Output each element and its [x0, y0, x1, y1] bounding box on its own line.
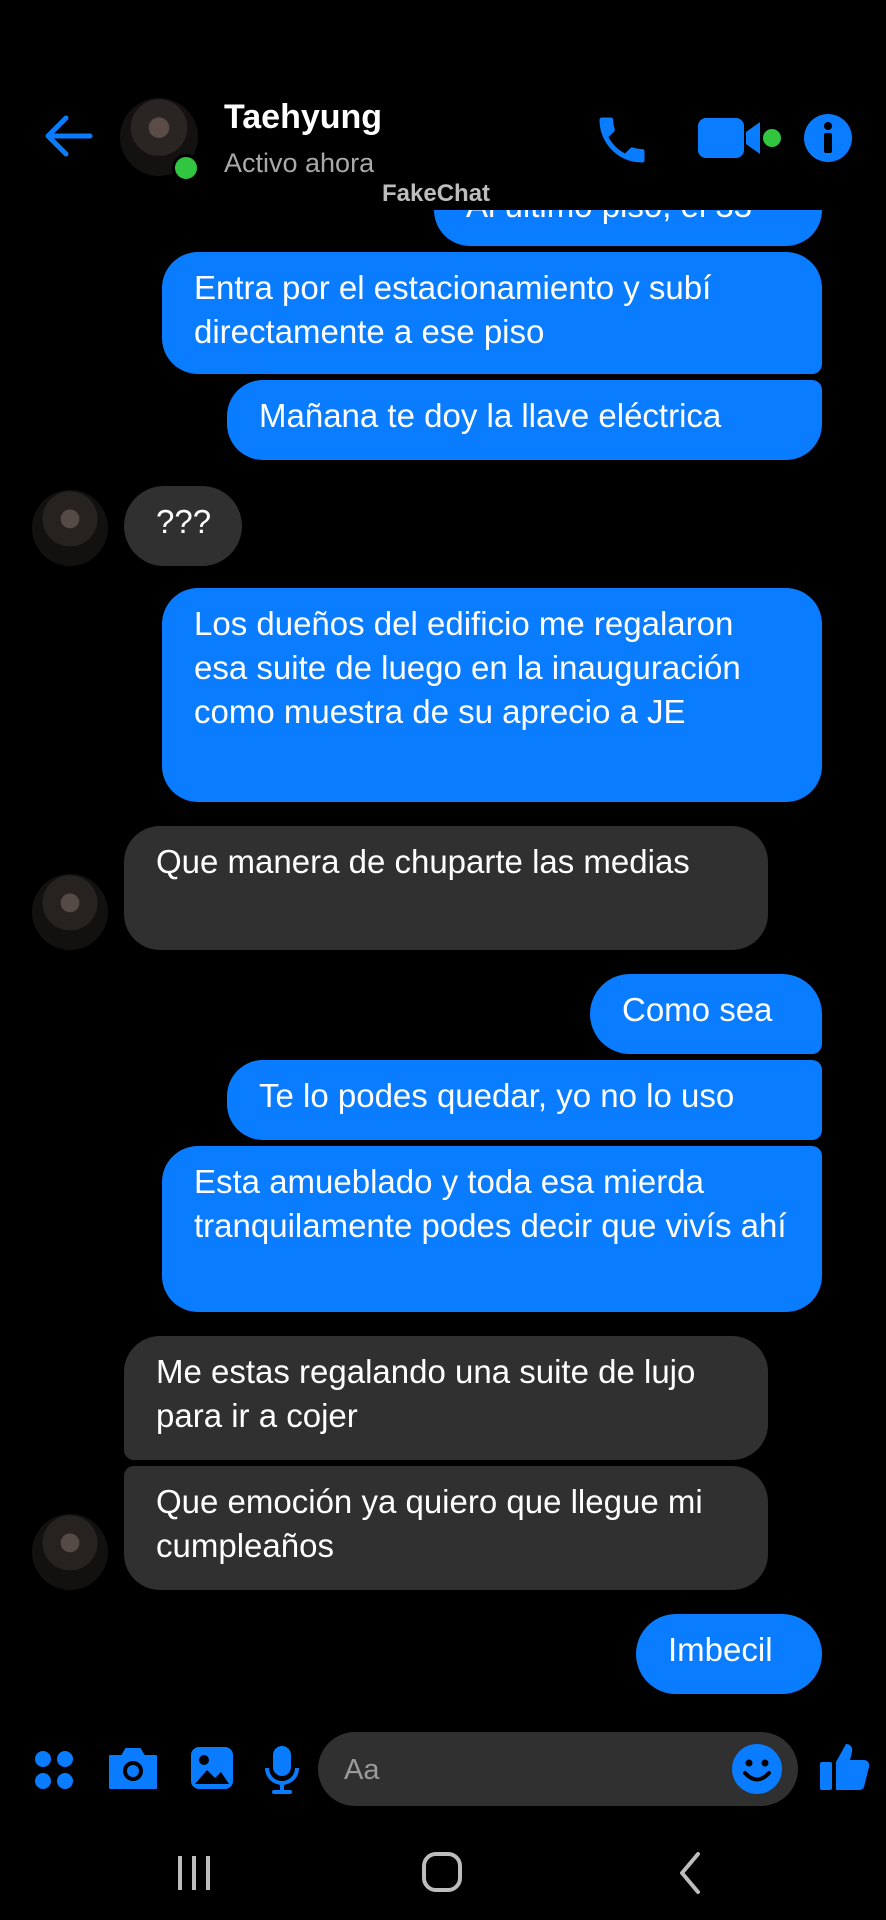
message-list[interactable]: Al último piso, el 33 Entra por el estac… [0, 0, 886, 1720]
video-camera-icon[interactable] [694, 112, 790, 164]
chat-header: Taehyung Activo ahora [0, 0, 886, 210]
image-icon[interactable] [188, 1744, 236, 1792]
message-bubble-outgoing[interactable]: Entra por el estacionamiento y subí dire… [162, 252, 822, 374]
contact-name[interactable]: Taehyung [224, 98, 382, 137]
contact-avatar [32, 490, 108, 566]
apps-icon[interactable] [32, 1748, 76, 1792]
watermark-label: FakeChat [382, 180, 491, 207]
home-icon[interactable] [420, 1850, 464, 1894]
system-navigation-bar [0, 1830, 886, 1920]
active-status: Activo ahora [224, 148, 375, 178]
phone-icon[interactable] [592, 110, 652, 170]
message-input-container[interactable] [318, 1732, 798, 1808]
message-bubble-incoming[interactable]: Me estas regalando una suite de lujo par… [124, 1336, 768, 1460]
back-arrow-icon[interactable] [40, 108, 96, 164]
recents-icon[interactable] [174, 1852, 214, 1894]
message-bubble-incoming[interactable]: Que manera de chuparte las medias [124, 826, 768, 950]
message-bubble-outgoing[interactable]: Esta amueblado y toda esa mierda tranqui… [162, 1146, 822, 1312]
message-bubble-outgoing[interactable]: Los dueños del edificio me regalaron esa… [162, 588, 822, 802]
contact-avatar [32, 874, 108, 950]
microphone-icon[interactable] [264, 1744, 300, 1796]
camera-icon[interactable] [106, 1744, 160, 1792]
info-icon[interactable] [802, 112, 854, 164]
message-bubble-outgoing[interactable]: Te lo podes quedar, yo no lo uso [227, 1060, 822, 1140]
message-input[interactable] [342, 1732, 716, 1808]
message-bubble-outgoing[interactable]: Mañana te doy la llave eléctrica [227, 380, 822, 460]
message-bubble-outgoing[interactable]: Como sea [590, 974, 822, 1054]
message-bubble-outgoing[interactable]: Imbecil [636, 1614, 822, 1694]
online-status-dot [172, 154, 200, 182]
like-icon[interactable] [816, 1738, 872, 1794]
contact-avatar [32, 1514, 108, 1590]
nav-back-icon[interactable] [674, 1850, 706, 1896]
emoji-icon[interactable] [730, 1742, 784, 1796]
message-bubble-incoming[interactable]: ??? [124, 486, 242, 566]
message-bubble-incoming[interactable]: Que emoción ya quiero que llegue mi cump… [124, 1466, 768, 1590]
